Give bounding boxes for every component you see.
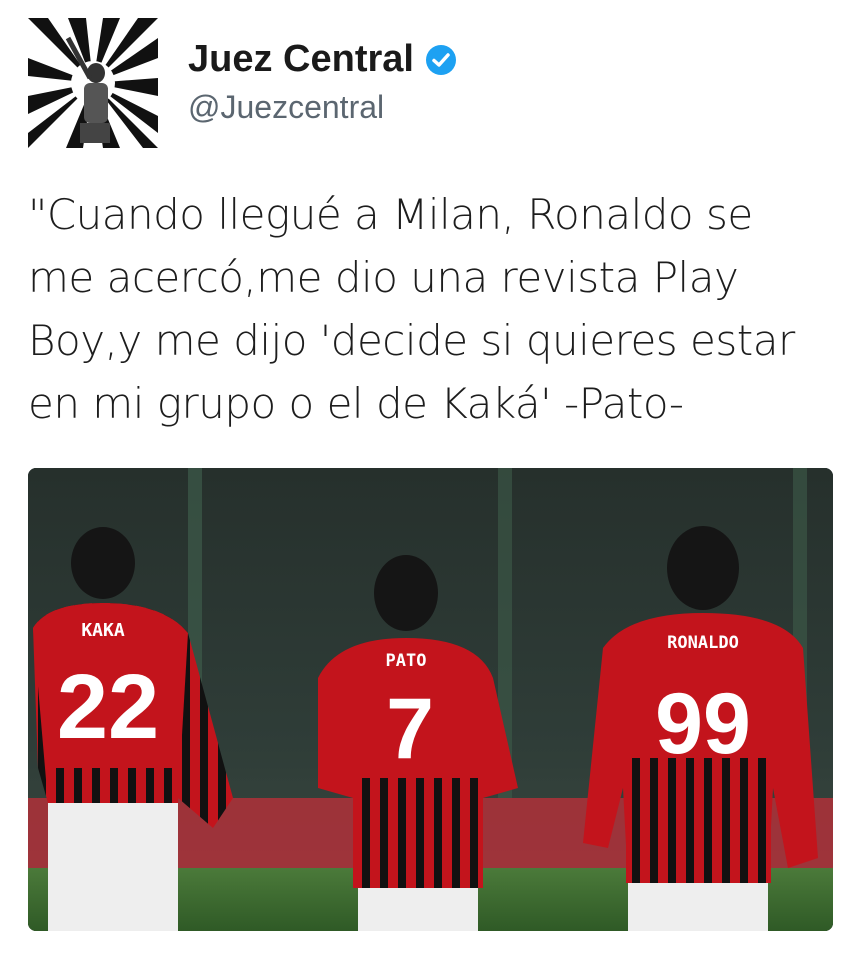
tweet-photo[interactable]: KAKA 22 PATO 7 RONALDO 99 (28, 468, 833, 931)
tweet-line: me acercó,me dio una revista Play (28, 253, 739, 302)
photo-image: KAKA 22 PATO 7 RONALDO 99 (28, 468, 833, 931)
tweet-line: "Cuando llegué a Milan, Ronaldo se (28, 190, 753, 239)
shirt-number-right: 99 (655, 676, 751, 772)
tweet-line: Boy,y me dijo 'decide si quieres estar (28, 316, 795, 365)
shirt-name-right: RONALDO (667, 633, 739, 653)
author-handle[interactable]: @Juezcentral (188, 89, 458, 126)
shirt-name-center: PATO (386, 651, 427, 671)
avatar[interactable] (28, 18, 158, 148)
shirt-number-center: 7 (386, 681, 434, 777)
shirt-name-left: KAKA (81, 620, 125, 641)
tweet-line: en mi grupo o el de Kaká' -Pato- (28, 379, 684, 428)
author-name[interactable]: Juez Central (188, 38, 414, 81)
tweet-author: Juez Central @Juezcentral (188, 38, 458, 126)
verified-badge-icon (425, 44, 456, 75)
tweet-text: "Cuando llegué a Milan, Ronaldo se me ac… (28, 183, 828, 435)
shirt-number-left: 22 (57, 656, 159, 758)
avatar-image (28, 18, 158, 148)
